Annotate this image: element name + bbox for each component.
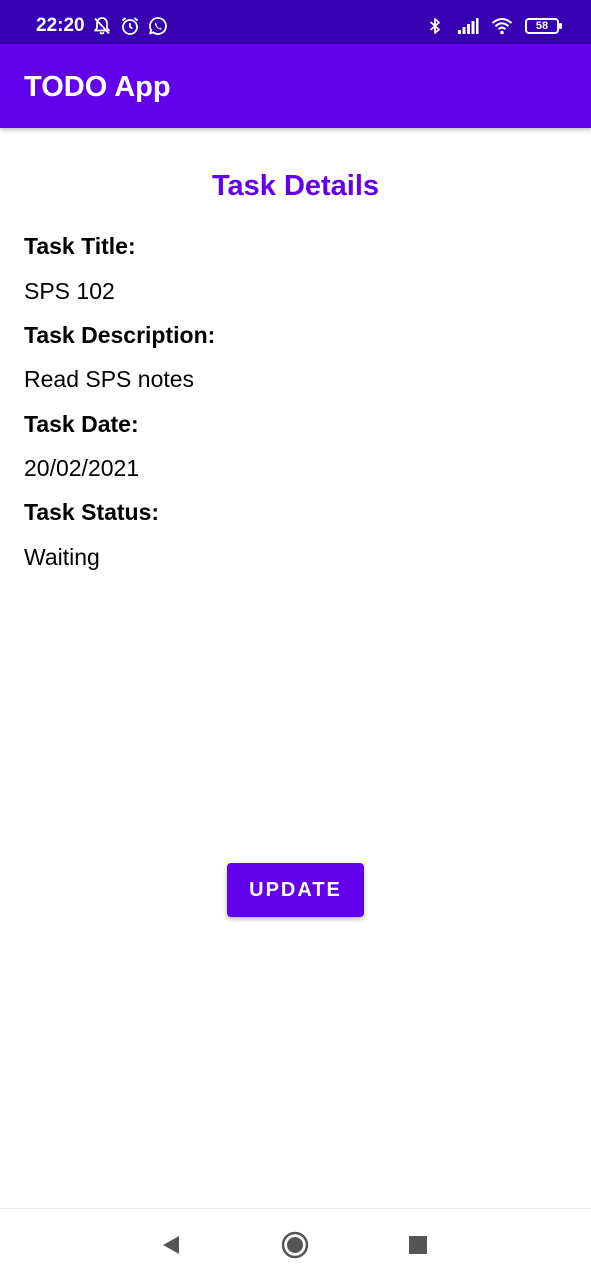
app-bar: TODO App	[0, 44, 591, 128]
status-right-icons: 58	[425, 16, 562, 36]
task-status-value: Waiting	[24, 544, 100, 570]
status-left-icons	[92, 16, 168, 36]
battery-level: 58	[535, 20, 549, 32]
task-title-label: Task Title:	[24, 233, 136, 259]
alarm-icon	[121, 17, 139, 35]
whatsapp-icon	[149, 17, 167, 35]
status-bar: 22:20 58	[0, 0, 591, 44]
task-date-value: 20/02/2021	[24, 455, 140, 481]
nav-bar	[0, 1208, 591, 1281]
task-description-value: Read SPS notes	[24, 366, 195, 392]
notifications-off-icon	[94, 17, 110, 35]
recents-button[interactable]	[402, 1229, 434, 1261]
back-icon	[163, 1236, 179, 1254]
recents-icon	[409, 1236, 427, 1254]
update-button[interactable]: UPDATE	[227, 863, 364, 917]
app-title: TODO App	[24, 71, 171, 103]
home-icon	[281, 1231, 309, 1259]
wifi-icon	[491, 18, 513, 35]
task-date-label: Task Date:	[24, 411, 139, 437]
signal-icon	[458, 18, 479, 34]
task-title-value: SPS 102	[24, 278, 115, 304]
task-description-label: Task Description:	[24, 322, 216, 348]
task-status-label: Task Status:	[24, 499, 160, 525]
home-button[interactable]	[279, 1229, 311, 1261]
page-title: Task Details	[211, 170, 380, 202]
status-time: 22:20	[36, 15, 85, 36]
bluetooth-icon	[429, 18, 440, 34]
battery-icon: 58	[525, 18, 562, 34]
back-button[interactable]	[155, 1229, 187, 1261]
